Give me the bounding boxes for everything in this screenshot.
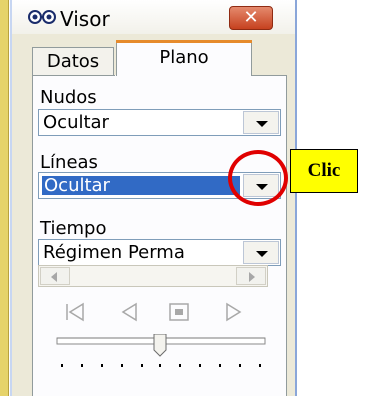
arrow-right-icon [249, 272, 255, 282]
nudos-select-value: Ocultar [43, 112, 109, 133]
screen-edge [0, 0, 9, 396]
glasses-icon [28, 10, 56, 24]
nudos-dropdown-button[interactable] [243, 111, 279, 134]
active-tab-indicator [116, 40, 252, 43]
previous-icon [121, 302, 137, 322]
close-button[interactable]: ✕ [229, 6, 273, 30]
clic-annotation: Clic [290, 149, 358, 193]
tab-plano[interactable]: Plano [116, 40, 252, 76]
tiempo-select-value: Régimen Perma [43, 242, 185, 263]
tiempo-label: Tiempo [40, 218, 107, 239]
tab-datos[interactable]: Datos [32, 47, 114, 75]
scroll-right-button[interactable] [236, 267, 266, 285]
nudos-select[interactable]: Ocultar [38, 109, 281, 136]
stop-icon [169, 303, 189, 321]
lineas-select-value: Ocultar [41, 175, 241, 196]
tab-plano-label: Plano [159, 47, 209, 68]
highlight-circle [228, 150, 288, 206]
tiempo-select[interactable]: Régimen Perma [38, 239, 281, 266]
chevron-down-icon [256, 251, 268, 257]
speed-slider[interactable] [55, 333, 267, 374]
lineas-label: Líneas [40, 152, 98, 173]
play-button[interactable] [220, 300, 246, 324]
close-icon: ✕ [243, 7, 259, 28]
title-bar[interactable]: Visor ✕ [12, 0, 295, 34]
chevron-down-icon [256, 121, 268, 127]
nudos-label: Nudos [40, 87, 97, 108]
arrow-left-icon [51, 272, 57, 282]
tiempo-dropdown-button[interactable] [243, 241, 279, 264]
play-icon [226, 302, 242, 322]
slider-thumb[interactable] [153, 333, 167, 357]
previous-button[interactable] [116, 300, 142, 324]
time-scrollbar[interactable] [38, 265, 268, 287]
first-frame-button[interactable] [62, 300, 88, 324]
window-title: Visor [60, 7, 110, 31]
stop-button[interactable] [167, 300, 193, 324]
first-frame-icon [66, 302, 84, 322]
scroll-left-button[interactable] [40, 267, 70, 285]
